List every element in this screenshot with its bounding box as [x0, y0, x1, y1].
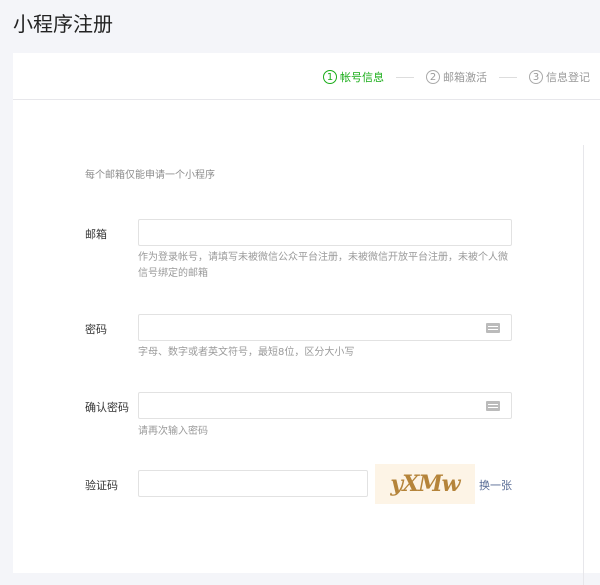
confirm-password-label: 确认密码	[85, 401, 129, 414]
confirm-password-input[interactable]	[138, 392, 512, 419]
step-label: 邮箱激活	[443, 71, 487, 84]
page-title: 小程序注册	[13, 12, 113, 36]
step-info-registration: 3 信息登记	[529, 69, 590, 85]
header-divider	[13, 99, 600, 100]
form-note: 每个邮箱仅能申请一个小程序	[85, 170, 215, 181]
refresh-captcha-link[interactable]: 换一张	[479, 477, 512, 493]
password-label: 密码	[85, 323, 107, 336]
registration-card: 1 帐号信息 2 邮箱激活 3 信息登记 每个邮箱仅能申请一个小程序 邮箱 作为登录帐…	[13, 53, 600, 585]
step-number: 3	[529, 70, 543, 84]
step-number: 1	[323, 70, 337, 84]
confirm-password-hint: 请再次输入密码	[138, 426, 208, 437]
step-label: 信息登记	[546, 71, 590, 84]
step-number: 2	[426, 70, 440, 84]
step-indicator: 1 帐号信息 2 邮箱激活 3 信息登记	[323, 69, 590, 85]
email-hint: 作为登录帐号，请填写未被微信公众平台注册，未被微信开放平台注册，未被个人微信号绑…	[138, 252, 508, 279]
content-divider	[583, 145, 584, 585]
step-separator	[499, 76, 517, 78]
captcha-input[interactable]	[138, 470, 368, 497]
captcha-image[interactable]: yXMw	[375, 464, 475, 504]
step-label: 帐号信息	[340, 71, 384, 84]
password-input[interactable]	[138, 314, 512, 341]
step-account-info: 1 帐号信息	[323, 69, 384, 85]
email-input[interactable]	[138, 219, 512, 246]
email-label: 邮箱	[85, 228, 107, 241]
captcha-label: 验证码	[85, 479, 118, 492]
password-hint: 字母、数字或者英文符号，最短8位，区分大小写	[138, 347, 355, 358]
step-separator	[396, 76, 414, 78]
keyboard-icon[interactable]	[486, 323, 500, 333]
step-email-activation: 2 邮箱激活	[426, 69, 487, 85]
keyboard-icon[interactable]	[486, 401, 500, 411]
